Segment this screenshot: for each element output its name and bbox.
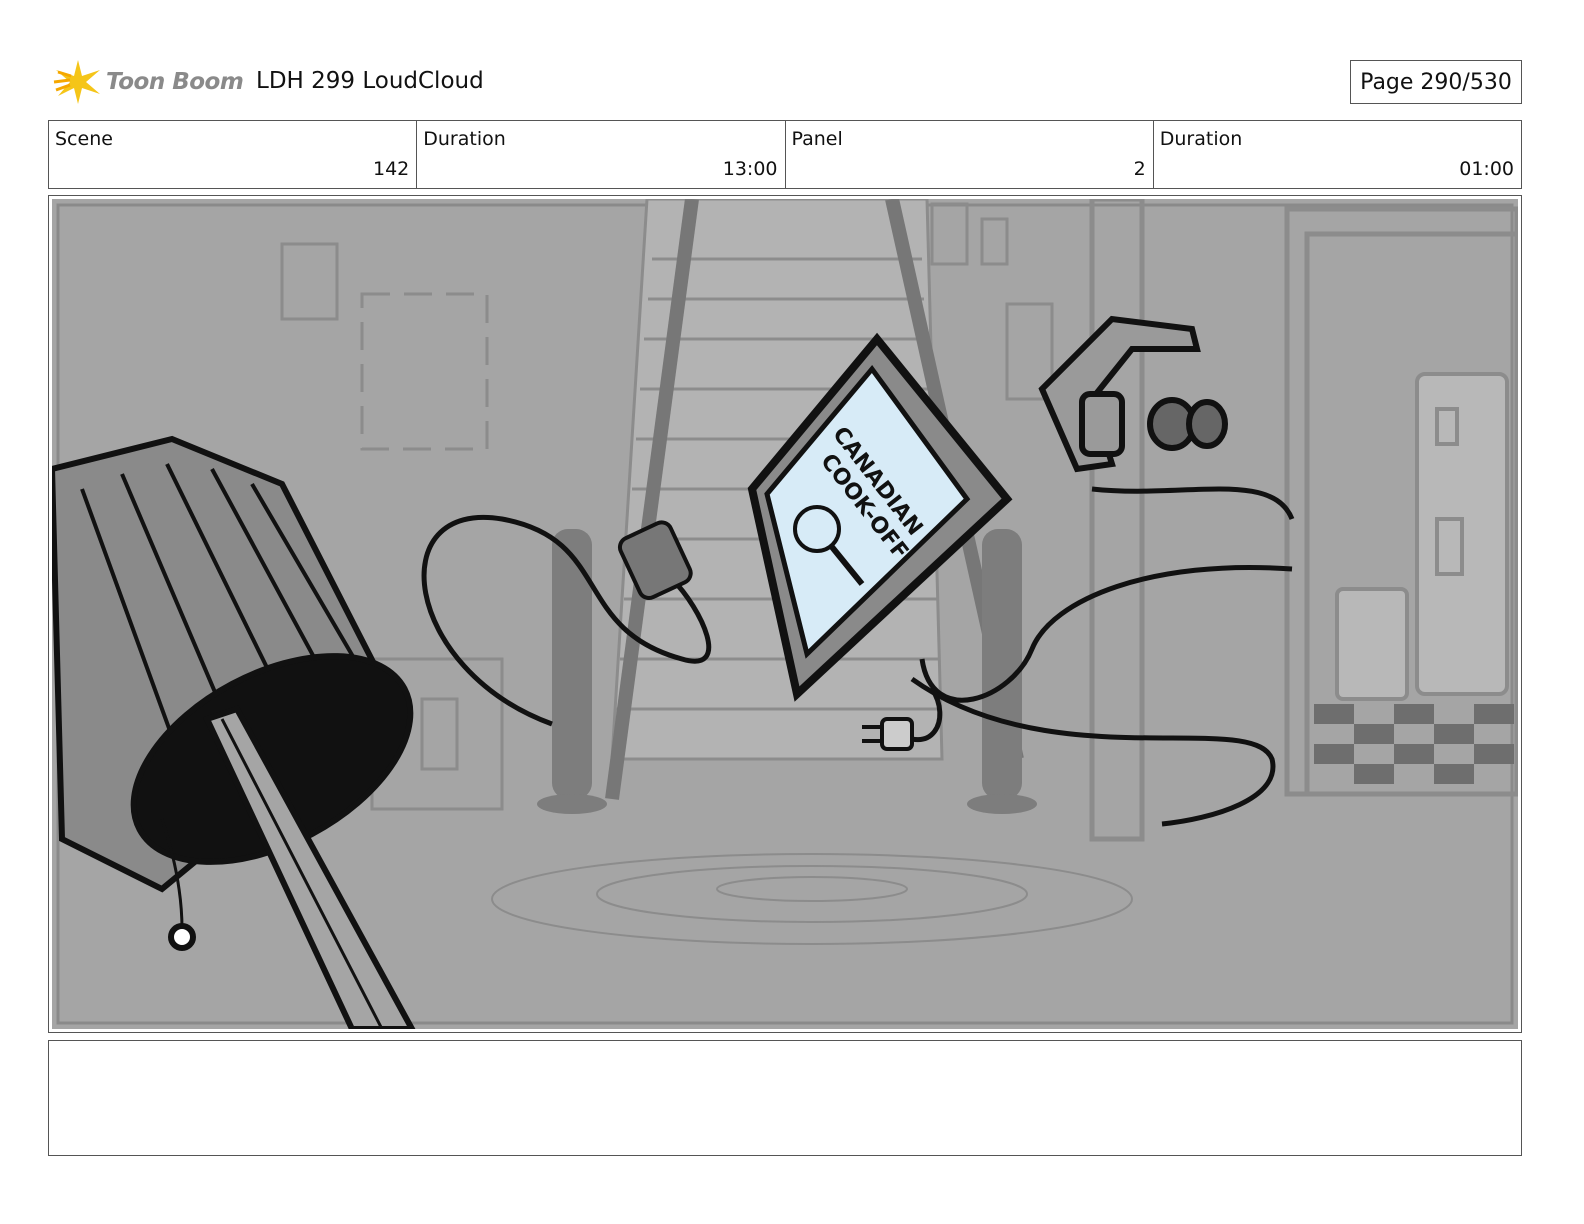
panel-value: 2 — [1133, 158, 1146, 180]
scene-duration-label: Duration — [423, 128, 506, 150]
panel-duration-label: Duration — [1159, 128, 1243, 150]
panel-duration-value: 01:00 — [1459, 158, 1514, 180]
panel-drawing: CANADIAN COOK-OFF — [52, 199, 1518, 1029]
storyboard-panel: CANADIAN COOK-OFF — [48, 195, 1522, 1033]
storyboard-header: Toon Boom LDH 299 LoudCloud Page 290/530 — [48, 52, 1522, 108]
scene-label: Scene — [55, 128, 113, 150]
scene-duration-value: 13:00 — [722, 158, 778, 180]
brand-logo: Toon Boom — [52, 56, 244, 108]
brand-name: Toon Boom — [106, 69, 244, 95]
toon-boom-star-icon — [53, 60, 100, 104]
page-indicator: Page 290/530 — [1350, 60, 1522, 104]
scene-cell: Scene 142 — [49, 121, 418, 188]
project-title: LDH 299 LoudCloud — [256, 68, 484, 94]
panel-notes — [48, 1040, 1522, 1156]
scene-value: 142 — [372, 158, 410, 180]
panel-cell: Panel 2 — [786, 121, 1154, 188]
panel-info-row: Scene 142 Duration 13:00 Panel 2 Duratio… — [48, 120, 1522, 189]
scene-duration-cell: Duration 13:00 — [417, 121, 786, 188]
panel-label: Panel — [791, 128, 843, 150]
panel-duration-cell: Duration 01:00 — [1154, 121, 1521, 188]
